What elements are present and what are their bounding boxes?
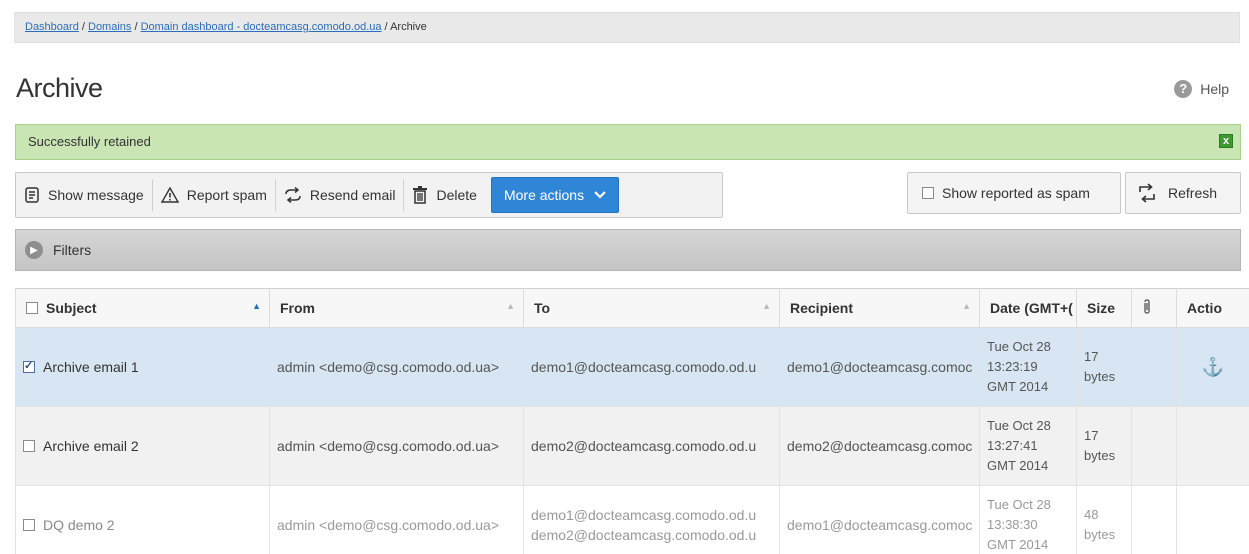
close-icon[interactable]: x [1219, 134, 1233, 148]
column-header-attachment[interactable] [1131, 288, 1177, 328]
row-checkbox[interactable] [23, 359, 35, 373]
attachment-cell [1131, 327, 1177, 407]
subject-text: DQ demo 2 [43, 517, 115, 533]
column-label: Date (GMT+( [990, 300, 1073, 316]
show-spam-checkbox[interactable] [922, 187, 934, 199]
to-address: demo1@docteamcasg.comodo.od.u [531, 507, 757, 523]
resend-email-label: Resend email [309, 187, 396, 203]
anchor-icon[interactable]: ⚓ [1184, 357, 1242, 378]
breadcrumb: Dashboard / Domains / Domain dashboard -… [14, 12, 1240, 43]
column-header-subject[interactable]: Subject ▲ [15, 288, 270, 328]
archive-table: Subject ▲ From ▲ To ▲ Recipient ▲ Date (GMT… [15, 288, 1249, 554]
column-header-to[interactable]: To ▲ [523, 288, 780, 328]
more-actions-button[interactable]: More actions [490, 177, 620, 213]
success-alert: Successfully retained x [15, 124, 1241, 160]
subject-cell: Archive email 1 [15, 327, 270, 407]
chevron-down-icon [594, 188, 606, 202]
date-cell: Tue Oct 28 13:23:19 GMT 2014 [979, 327, 1077, 407]
help-link[interactable]: ? Help [1174, 80, 1229, 98]
date-cell: Tue Oct 28 13:27:41 GMT 2014 [979, 406, 1077, 486]
breadcrumb-link-domains[interactable]: Domains [88, 21, 131, 33]
column-header-recipient[interactable]: Recipient ▲ [779, 288, 980, 328]
alert-message: Successfully retained [28, 134, 151, 149]
from-cell: admin <demo@csg.comodo.od.ua> [269, 406, 524, 486]
more-actions-label: More actions [503, 187, 585, 203]
breadcrumb-link-domain-dashboard[interactable]: Domain dashboard - docteamcasg.comodo.od… [141, 21, 382, 33]
show-reported-spam-toggle[interactable]: Show reported as spam [907, 172, 1121, 214]
action-cell: ⚓ [1176, 327, 1249, 407]
attachment-cell [1131, 406, 1177, 486]
breadcrumb-link-dashboard[interactable]: Dashboard [25, 21, 79, 33]
breadcrumb-separator: / [78, 21, 88, 33]
report-spam-label: Report spam [186, 187, 267, 203]
resend-email-button[interactable]: Resend email [276, 179, 405, 211]
breadcrumb-separator: / [381, 21, 391, 33]
column-label: Subject [46, 300, 97, 316]
sort-icon: ▲ [962, 301, 971, 311]
attachment-cell [1131, 485, 1177, 554]
column-header-date[interactable]: Date (GMT+( [979, 288, 1077, 328]
table-row[interactable]: Archive email 2 admin <demo@csg.comodo.o… [15, 406, 1249, 486]
subject-text: Archive email 2 [43, 438, 139, 454]
column-header-size[interactable]: Size [1076, 288, 1132, 328]
filters-panel-toggle[interactable]: ▶ Filters [15, 229, 1241, 271]
warning-icon [160, 187, 179, 203]
size-cell: 17 bytes [1076, 406, 1132, 486]
from-cell: admin <demo@csg.comodo.od.ua> [269, 485, 524, 554]
recipient-cell: demo2@docteamcasg.comoc [779, 406, 980, 486]
subject-cell: DQ demo 2 [15, 485, 270, 554]
sort-ascending-icon: ▲ [252, 301, 261, 311]
to-cell: demo1@docteamcasg.comodo.od.u [523, 327, 780, 407]
column-header-from[interactable]: From ▲ [269, 288, 524, 328]
sort-icon: ▲ [506, 301, 515, 311]
message-icon [24, 187, 40, 203]
to-address: demo2@docteamcasg.comodo.od.u [531, 527, 757, 543]
trash-icon [412, 186, 428, 204]
table-row[interactable]: Archive email 1 admin <demo@csg.comodo.o… [15, 327, 1249, 407]
show-message-label: Show message [48, 187, 144, 203]
row-checkbox[interactable] [23, 440, 35, 452]
action-toolbar: Show message Report spam Resend email De… [15, 172, 723, 218]
delete-label: Delete [436, 187, 477, 203]
column-label: Recipient [790, 300, 854, 316]
to-cell: demo1@docteamcasg.comodo.od.u demo2@docte… [523, 485, 780, 554]
column-label: To [534, 300, 551, 316]
action-cell [1176, 485, 1249, 554]
refresh-label: Refresh [1168, 185, 1218, 201]
size-cell: 48 bytes [1076, 485, 1132, 554]
select-all-checkbox[interactable] [26, 302, 38, 314]
subject-text: Archive email 1 [43, 359, 139, 375]
date-cell: Tue Oct 28 13:38:30 GMT 2014 [979, 485, 1077, 554]
from-cell: admin <demo@csg.comodo.od.ua> [269, 327, 524, 407]
refresh-icon [1136, 183, 1158, 203]
refresh-button[interactable]: Refresh [1125, 172, 1241, 214]
report-spam-button[interactable]: Report spam [153, 179, 276, 211]
recipient-cell: demo1@docteamcasg.comoc [779, 485, 980, 554]
column-label: From [280, 300, 315, 316]
help-label: Help [1200, 81, 1229, 97]
action-cell [1176, 406, 1249, 486]
paperclip-icon [1142, 298, 1152, 318]
subject-cell: Archive email 2 [15, 406, 270, 486]
sort-icon: ▲ [762, 301, 771, 311]
row-checkbox[interactable] [23, 519, 35, 531]
question-icon: ? [1174, 80, 1193, 98]
show-spam-label: Show reported as spam [942, 185, 1090, 201]
table-row[interactable]: DQ demo 2 admin <demo@csg.comodo.od.ua> … [15, 485, 1249, 554]
chevron-right-icon: ▶ [25, 241, 43, 259]
page-title: Archive [16, 73, 103, 103]
column-label: Size [1087, 300, 1116, 316]
column-header-action[interactable]: Actio [1176, 288, 1249, 328]
delete-button[interactable]: Delete [404, 179, 484, 211]
resend-icon [284, 187, 302, 203]
column-label: Actio [1187, 300, 1222, 316]
recipient-cell: demo1@docteamcasg.comoc [779, 327, 980, 407]
filters-label: Filters [53, 242, 92, 258]
to-cell: demo2@docteamcasg.comodo.od.u [523, 406, 780, 486]
show-message-button[interactable]: Show message [16, 179, 153, 211]
breadcrumb-current: Archive [390, 21, 427, 33]
breadcrumb-separator: / [131, 21, 141, 33]
size-cell: 17 bytes [1076, 327, 1132, 407]
